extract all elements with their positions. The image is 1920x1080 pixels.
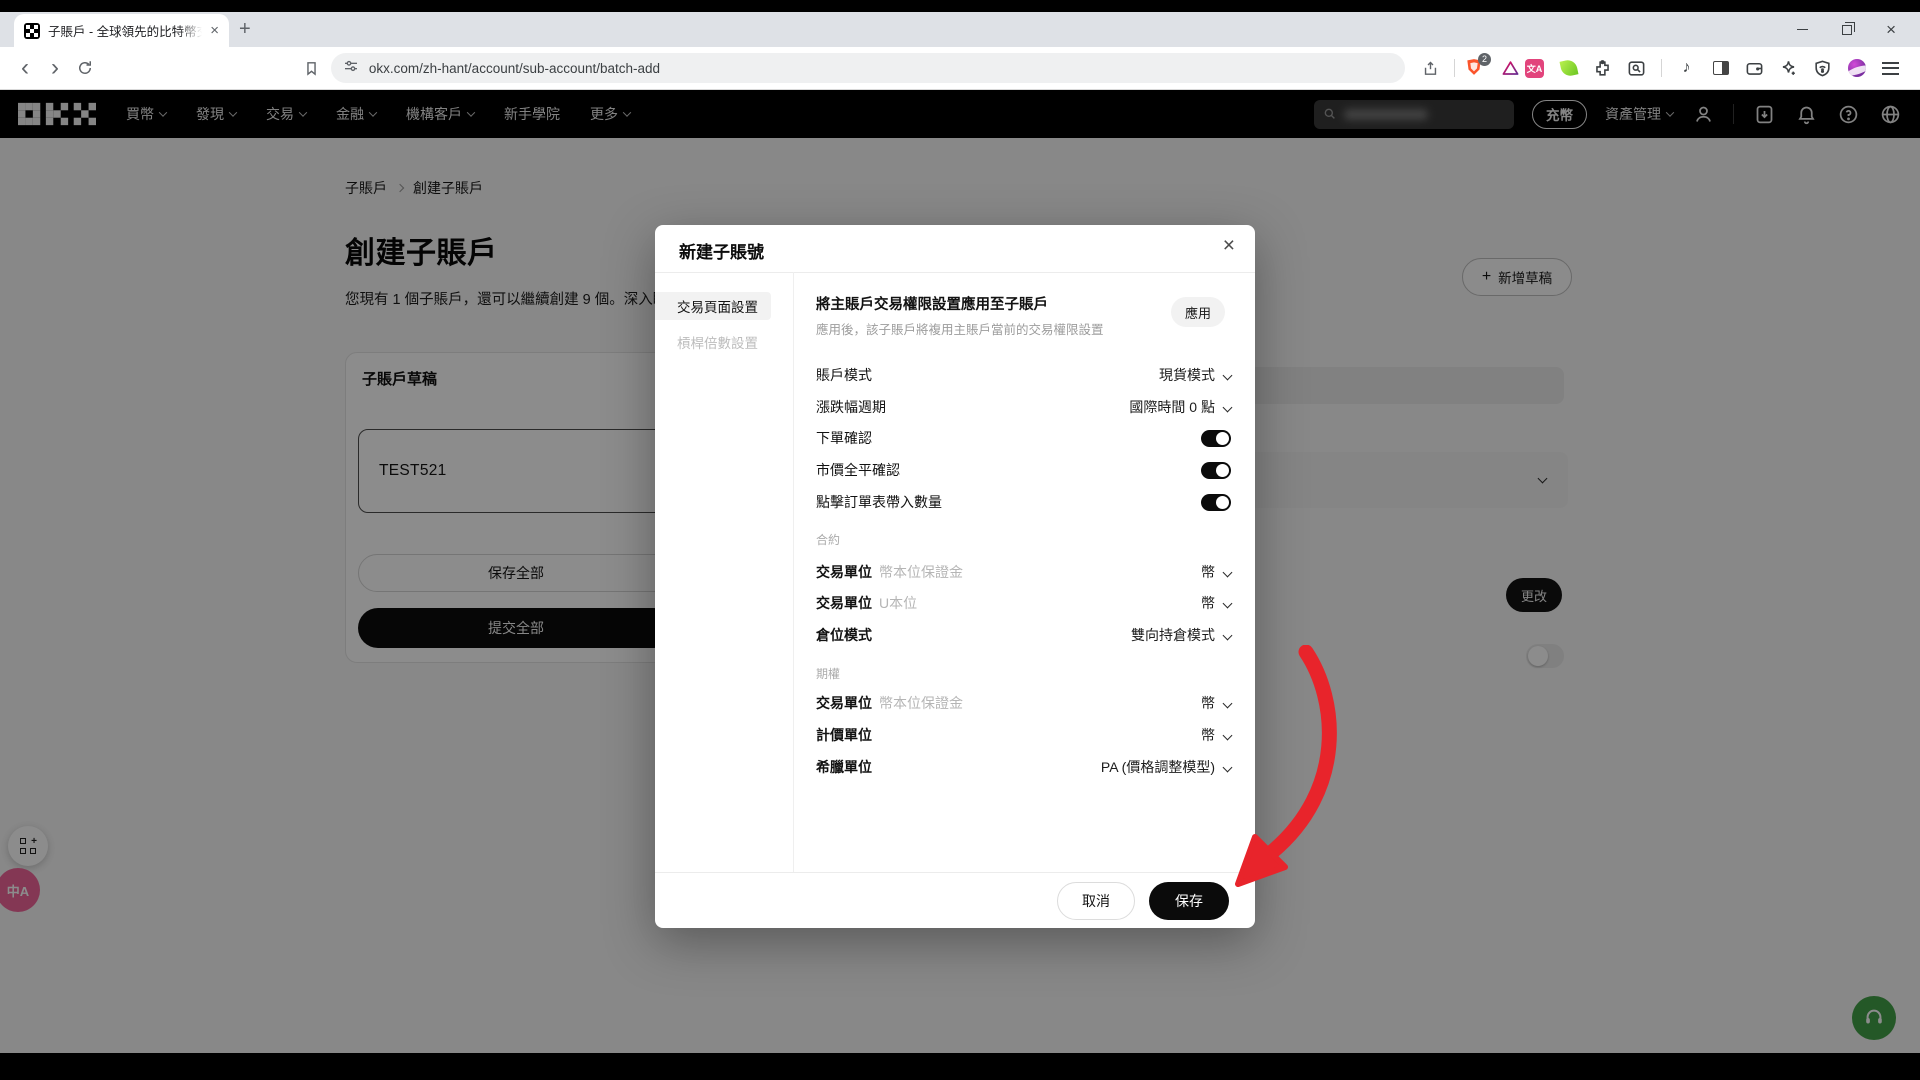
url-text: okx.com/zh-hant/account/sub-account/batc… [369, 61, 660, 76]
wallet-icon[interactable] [1745, 59, 1764, 78]
row-change-period: 漲跌幅週期 國際時間 0 點 [816, 397, 1231, 417]
section-options: 期權 [816, 665, 840, 681]
contract-unit-usdt-select[interactable]: 幣 [1201, 593, 1231, 613]
back-icon[interactable]: ‹ [10, 53, 40, 83]
restore-icon[interactable] [1842, 25, 1852, 35]
address-bar-actions: 2 [1415, 53, 1525, 83]
modal-footer: 取消 保存 [655, 872, 1255, 928]
toolbar-divider [1454, 59, 1455, 77]
leo-ai-sparkle-icon[interactable] [1779, 59, 1798, 78]
translate-extension-icon[interactable]: 文A [1525, 59, 1544, 78]
site-settings-icon[interactable] [343, 58, 359, 79]
row-contract-unit-usdt: 交易單位U本位 幣 [816, 593, 1231, 613]
position-mode-select[interactable]: 雙向持倉模式 [1131, 625, 1231, 645]
window-controls: × [1797, 12, 1896, 47]
vpn-shield-icon[interactable] [1813, 59, 1832, 78]
browser-tab[interactable]: 子賬戶 - 全球領先的比特幣交易 × [14, 14, 229, 47]
chevron-down-icon [1223, 370, 1233, 380]
row-position-mode: 倉位模式 雙向持倉模式 [816, 625, 1231, 645]
modal-tab-trade-page-settings[interactable]: 交易頁面設置 [655, 292, 771, 320]
order-confirm-toggle-on[interactable] [1201, 430, 1231, 447]
new-tab-button[interactable]: + [239, 18, 251, 41]
apply-button[interactable]: 應用 [1171, 297, 1225, 327]
browser-tab-strip: 子賬戶 - 全球領先的比特幣交易 × + × [0, 12, 1920, 47]
site-viewport: 買幣 發現 交易 金融 機構客戶 新手學院 更多 充幣 資產管理 [0, 90, 1920, 1053]
apply-permissions-title: 將主賬戶交易權限設置應用至子賬戶 [816, 293, 1048, 314]
screen: 子賬戶 - 全球領先的比特幣交易 × + × ‹ › okx.com/z [0, 0, 1920, 1080]
share-icon[interactable] [1415, 53, 1445, 83]
puzzle-extensions-icon[interactable] [1593, 59, 1612, 78]
browser-toolbar: ‹ › okx.com/zh-hant/account/sub-account/… [0, 47, 1920, 90]
address-bar[interactable]: okx.com/zh-hant/account/sub-account/batc… [331, 53, 1405, 83]
chevron-down-icon [1223, 630, 1233, 640]
row-greeks-unit: 希臘單位 PA (價格調整模型) [816, 757, 1231, 777]
grammar-extension-icon[interactable] [1559, 59, 1578, 78]
contract-unit-coin-select[interactable]: 幣 [1201, 562, 1231, 582]
chevron-down-icon [1223, 598, 1233, 608]
cancel-button[interactable]: 取消 [1057, 882, 1135, 920]
minimize-icon[interactable] [1797, 29, 1808, 30]
profile-globe-icon[interactable] [1847, 59, 1866, 78]
market-close-confirm-toggle-on[interactable] [1201, 462, 1231, 479]
row-contract-unit-coin: 交易單位幣本位保證金 幣 [816, 562, 1231, 582]
annotation-arrow [1200, 645, 1370, 905]
row-options-unit: 交易單位幣本位保證金 幣 [816, 693, 1231, 713]
okx-favicon [24, 23, 40, 39]
section-contract: 合約 [816, 531, 840, 547]
create-subaccount-modal: 新建子賬號 × 交易頁面設置 槓桿倍數設置 將主賬戶交易權限設置應用至子賬戶 應… [655, 225, 1255, 928]
extensions-row: 文A ♪ [1525, 59, 1900, 78]
chevron-down-icon [1223, 402, 1233, 412]
account-mode-select[interactable]: 現貨模式 [1159, 365, 1231, 385]
modal-close-icon[interactable]: × [1223, 235, 1235, 256]
apply-permissions-description: 應用後，該子賬戶將複用主賬戶當前的交易權限設置 [816, 319, 1104, 338]
tab-title: 子賬戶 - 全球領先的比特幣交易 [48, 21, 202, 40]
sidebar-toggle-icon[interactable] [1711, 59, 1730, 78]
row-orderbook-qty: 點擊訂單表帶入數量 [816, 492, 1231, 512]
orderbook-qty-toggle-on[interactable] [1201, 494, 1231, 511]
modal-sidebar-divider [793, 272, 794, 872]
chevron-down-icon [1223, 567, 1233, 577]
bookmark-icon[interactable] [297, 53, 327, 83]
extensions-divider [1661, 59, 1662, 77]
modal-tab-leverage-settings[interactable]: 槓桿倍數設置 [655, 328, 771, 356]
row-pricing-unit: 計價單位 幣 [816, 725, 1231, 745]
window-titlebar [0, 0, 1920, 12]
music-extension-icon[interactable]: ♪ [1677, 59, 1696, 78]
row-market-close-confirm: 市價全平確認 [816, 460, 1231, 480]
modal-header-divider [655, 272, 1255, 273]
taskbar-strip [0, 1053, 1920, 1080]
bat-rewards-icon[interactable] [1495, 53, 1525, 83]
shield-badge: 2 [1478, 53, 1491, 66]
brave-shield-icon[interactable]: 2 [1464, 57, 1486, 79]
menu-hamburger-icon[interactable] [1881, 59, 1900, 78]
tab-close-icon[interactable]: × [210, 23, 219, 38]
row-account-mode: 賬戶模式 現貨模式 [816, 365, 1231, 385]
modal-title: 新建子賬號 [679, 238, 764, 263]
search-box-extension-icon[interactable] [1627, 59, 1646, 78]
change-period-select[interactable]: 國際時間 0 點 [1129, 397, 1231, 417]
forward-icon[interactable]: › [40, 53, 70, 83]
window-close-icon[interactable]: × [1886, 21, 1896, 38]
reload-icon[interactable] [70, 53, 100, 83]
row-order-confirm: 下單確認 [816, 428, 1231, 448]
